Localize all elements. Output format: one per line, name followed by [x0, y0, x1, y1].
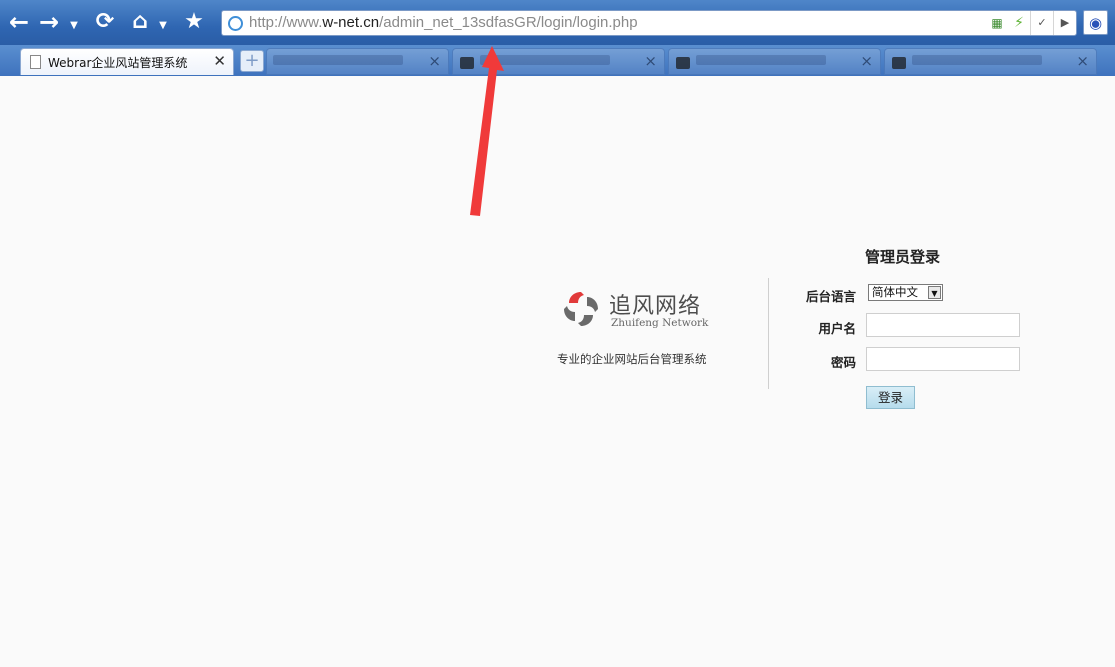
password-field[interactable] — [866, 347, 1020, 371]
swirl-logo-icon — [564, 292, 598, 326]
username-label: 用户名 — [818, 321, 856, 336]
slogan: 专业的企业网站后台管理系统 — [557, 352, 707, 366]
username-field[interactable] — [866, 313, 1020, 337]
language-select[interactable]: 简体中文 ▼ — [868, 284, 943, 301]
logo-name-cn: 追风网络 — [609, 294, 702, 319]
login-title: 管理员登录 — [865, 248, 941, 266]
arrow-shape — [470, 46, 504, 216]
login-button[interactable]: 登录 — [866, 386, 915, 409]
language-value: 简体中文 — [872, 285, 918, 299]
password-label: 密码 — [830, 355, 856, 370]
divider — [768, 278, 769, 389]
chevron-down-icon[interactable]: ▼ — [928, 286, 941, 299]
language-label: 后台语言 — [805, 289, 856, 304]
logo-name-en: Zhuifeng Network — [611, 317, 709, 329]
